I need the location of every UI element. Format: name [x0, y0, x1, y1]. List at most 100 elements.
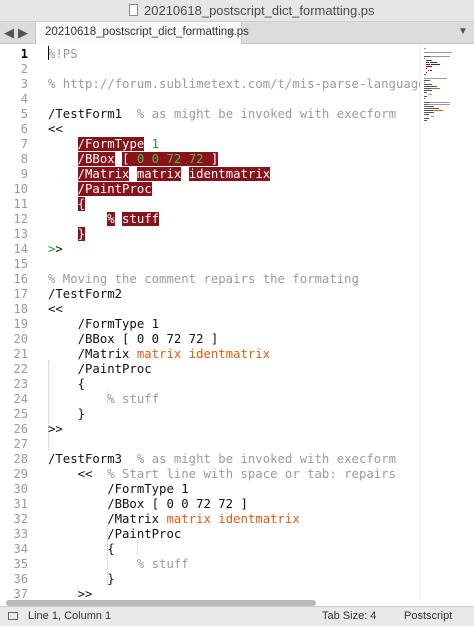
chevron-down-icon[interactable]: ▼	[458, 26, 468, 37]
code-line[interactable]: {	[48, 542, 115, 557]
code-line[interactable]: /Matrix matrix identmatrix	[48, 347, 271, 362]
minimap-line	[424, 58, 426, 59]
cursor-position[interactable]: Line 1, Column 1	[28, 610, 111, 622]
minimap-line	[424, 112, 434, 113]
code-token: >>	[48, 422, 63, 436]
code-line[interactable]: % stuff	[48, 392, 159, 407]
line-number: 28	[13, 452, 28, 466]
code-token: <<	[48, 467, 108, 481]
minimap-line	[424, 96, 427, 97]
code-line[interactable]: % stuff	[48, 557, 189, 572]
code-line[interactable]: % Moving the comment repairs the formati…	[48, 272, 359, 287]
code-comment: % stuff	[136, 557, 189, 571]
code-line[interactable]: /BBox [ 0 0 72 72 ]	[48, 152, 219, 167]
code-token: matrix identmatrix	[166, 512, 300, 526]
minimap-line	[424, 110, 433, 111]
minimap-line	[436, 62, 437, 63]
editor-pane[interactable]: 1 2 3 4 5 6 7 8 9 10 11 12 13 14 15 16 17 18 19 20 21 22 23 24 2…	[0, 44, 474, 616]
code-line[interactable]: >>	[48, 422, 63, 437]
syntax-indicator[interactable]: Postscript	[404, 610, 452, 622]
code-line[interactable]: {	[48, 197, 86, 212]
line-number: 29	[13, 467, 28, 481]
line-number: 19	[13, 317, 28, 331]
code-token: /Matrix	[48, 347, 137, 361]
code-line[interactable]: /FormType 1	[48, 317, 159, 332]
code-line[interactable]: %!PS	[48, 47, 78, 62]
minimap-line	[424, 90, 432, 91]
panel-toggle-icon[interactable]	[8, 612, 18, 620]
code-line[interactable]: /FormType 1	[48, 137, 159, 152]
code-line[interactable]: }	[48, 407, 85, 422]
line-number: 20	[13, 332, 28, 346]
syntax-error-token: stuff	[122, 212, 160, 226]
code-line[interactable]: << % Start line with space or tab: repai…	[48, 467, 396, 482]
minimap-line	[429, 102, 450, 103]
code-line[interactable]: >>	[48, 587, 93, 600]
code-line[interactable]: /TestForm2	[48, 287, 122, 302]
code-token: }	[48, 572, 115, 586]
code-token: <<	[48, 302, 63, 316]
minimap[interactable]	[420, 44, 474, 600]
line-number: 21	[13, 347, 28, 361]
line-number: 35	[13, 557, 28, 571]
code-line[interactable]: /TestForm1 % as might be invoked with ex…	[48, 107, 396, 122]
close-icon[interactable]: ×	[228, 25, 235, 39]
tab-scroll-right-icon[interactable]: ▶	[18, 25, 28, 41]
code-line[interactable]: /BBox [ 0 0 72 72 ]	[48, 497, 248, 512]
tab-scroll-left-icon[interactable]: ◀	[4, 25, 14, 41]
line-number: 8	[20, 152, 28, 166]
tab-size-indicator[interactable]: Tab Size: 4	[322, 610, 376, 622]
code-line[interactable]: }	[48, 227, 86, 242]
minimap-line	[424, 98, 426, 99]
tab-bar: ◀ ▶ 20210618_postscript_dict_formatting.…	[0, 22, 474, 44]
minimap-line	[424, 78, 448, 79]
code-line[interactable]: /Matrix matrix identmatrix	[48, 167, 271, 182]
minimap-line	[426, 68, 427, 69]
code-comment: % Moving the comment repairs the formati…	[48, 272, 359, 286]
document-icon	[129, 4, 138, 16]
line-number: 18	[13, 302, 28, 316]
tab-file[interactable]: 20210618_postscript_dict_formatting.ps ×	[35, 22, 249, 44]
code-line[interactable]: <<	[48, 302, 63, 317]
code-token: /BBox [ 0 0 72 72 ]	[48, 332, 219, 346]
code-line[interactable]: /PaintProc	[48, 527, 181, 542]
code-line[interactable]: /Matrix matrix identmatrix	[48, 512, 300, 527]
code-area[interactable]: %!PS % http://forum.sublimetext.com/t/mis…	[48, 44, 420, 600]
code-line[interactable]: % stuff	[48, 212, 160, 227]
code-line[interactable]: /PaintProc	[48, 362, 152, 377]
code-line[interactable]: /TestForm3 % as might be invoked with ex…	[48, 452, 396, 467]
code-token: /FormType 1	[48, 482, 189, 496]
line-number: 37	[13, 587, 28, 601]
code-line[interactable]: /PaintProc	[48, 182, 152, 197]
code-token: /BBox [ 0 0 72 72 ]	[48, 497, 248, 511]
line-number: 7	[20, 137, 28, 151]
code-line[interactable]: % http://forum.sublimetext.com/t/mis-par…	[48, 77, 420, 92]
code-line[interactable]: /FormType 1	[48, 482, 189, 497]
line-number: 14	[13, 242, 28, 256]
line-number: 34	[13, 542, 28, 556]
code-line[interactable]: /BBox [ 0 0 72 72 ]	[48, 332, 219, 347]
code-token: {	[48, 542, 115, 556]
code-line[interactable]: >>	[48, 242, 63, 257]
minimap-line	[424, 114, 429, 115]
code-line[interactable]: {	[48, 377, 85, 392]
minimap-line	[431, 60, 433, 61]
minimap-line	[424, 52, 453, 53]
minimap-line	[430, 88, 441, 89]
line-number: 26	[13, 422, 28, 436]
syntax-error-token: {	[77, 197, 86, 211]
line-number: 12	[13, 212, 28, 226]
line-number: 22	[13, 362, 28, 376]
code-line[interactable]: <<	[48, 122, 63, 137]
syntax-error-token: /PaintProc	[77, 182, 152, 196]
title-bar: 20210618_postscript_dict_formatting.ps	[0, 0, 474, 22]
line-number: 4	[20, 92, 28, 106]
code-comment: % as might be invoked with execform	[122, 452, 396, 466]
code-token: /FormType 1	[48, 317, 160, 331]
text-caret	[48, 46, 49, 60]
code-comment: %!PS	[48, 47, 78, 61]
code-line[interactable]: }	[48, 572, 115, 587]
